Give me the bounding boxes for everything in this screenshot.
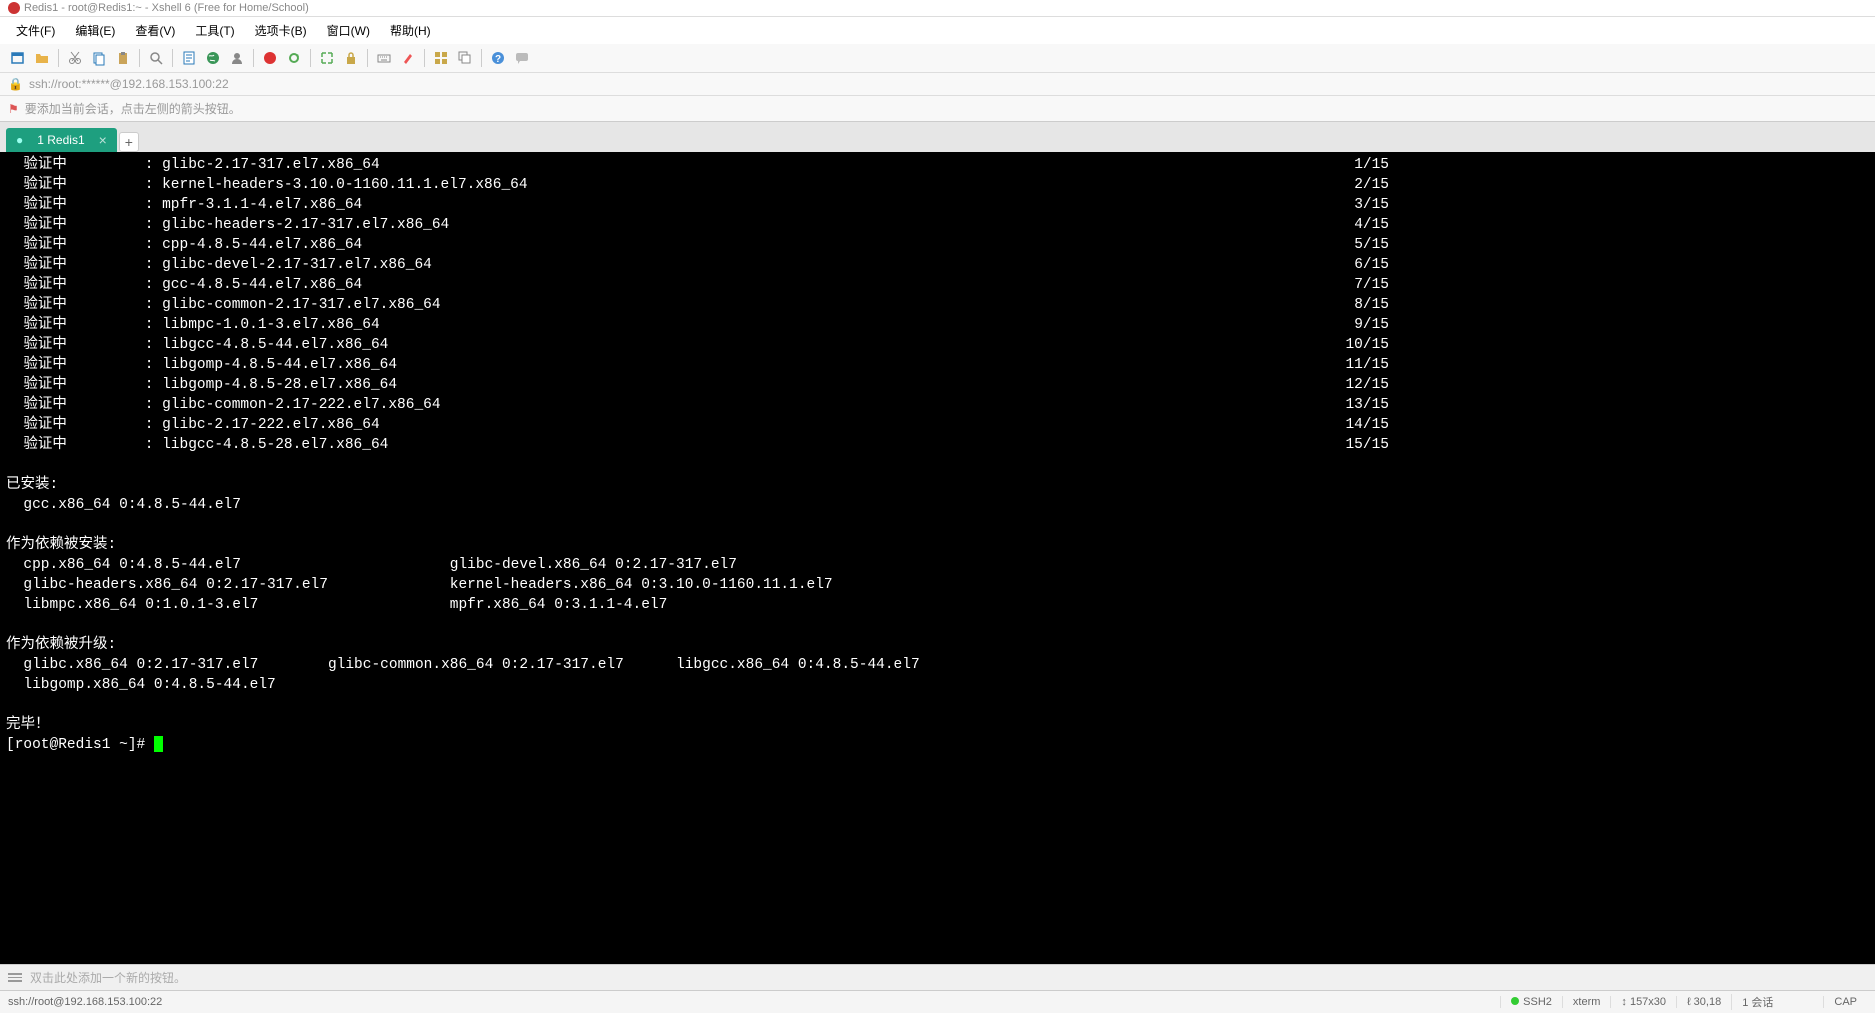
dep-installed-header: 作为依赖被安装: bbox=[6, 535, 1869, 555]
status-connection: ssh://root@192.168.153.100:22 bbox=[8, 996, 1500, 1008]
separator bbox=[367, 49, 368, 67]
menu-help[interactable]: 帮助(H) bbox=[382, 19, 439, 42]
properties-icon[interactable] bbox=[179, 48, 199, 68]
paste-icon[interactable] bbox=[113, 48, 133, 68]
terminal-line: 验证中 : glibc-2.17-222.el7.x86_6414/15 bbox=[6, 415, 1869, 435]
tab-redis1[interactable]: ● 1 Redis1 × bbox=[6, 128, 117, 152]
lock-icon: 🔒 bbox=[8, 77, 23, 91]
cascade-icon[interactable] bbox=[455, 48, 475, 68]
cursor bbox=[154, 736, 163, 752]
done-line: 完毕！ bbox=[6, 715, 1869, 735]
titlebar: Redis1 - root@Redis1:~ - Xshell 6 (Free … bbox=[0, 0, 1875, 17]
close-icon[interactable]: × bbox=[99, 133, 107, 147]
open-folder-icon[interactable] bbox=[32, 48, 52, 68]
terminal-line: libgomp.x86_64 0:4.8.5-44.el7 bbox=[6, 675, 1869, 695]
flag-icon: ⚑ bbox=[8, 102, 19, 116]
hamburger-icon[interactable] bbox=[8, 973, 22, 982]
separator bbox=[58, 49, 59, 67]
reconnect-icon[interactable] bbox=[284, 48, 304, 68]
terminal-line: 验证中 : glibc-common-2.17-317.el7.x86_648/… bbox=[6, 295, 1869, 315]
menu-tools[interactable]: 工具(T) bbox=[187, 19, 242, 42]
terminal-line: 验证中 : libgomp-4.8.5-44.el7.x86_6411/15 bbox=[6, 355, 1869, 375]
terminal-line: glibc-headers.x86_64 0:2.17-317.el7 kern… bbox=[6, 575, 1869, 595]
separator bbox=[139, 49, 140, 67]
menu-window[interactable]: 窗口(W) bbox=[319, 19, 378, 42]
terminal-line: 验证中 : libgcc-4.8.5-28.el7.x86_6415/15 bbox=[6, 435, 1869, 455]
status-led-icon bbox=[1511, 997, 1519, 1005]
toolbar: ? bbox=[0, 44, 1875, 73]
cut-icon[interactable] bbox=[65, 48, 85, 68]
status-bar: ssh://root@192.168.153.100:22 SSH2 xterm… bbox=[0, 990, 1875, 1013]
tile-icon[interactable] bbox=[431, 48, 451, 68]
window-title: Redis1 - root@Redis1:~ - Xshell 6 (Free … bbox=[24, 2, 309, 14]
status-sessions: 1 会话 bbox=[1731, 994, 1783, 1010]
status-ssh: SSH2 bbox=[1500, 996, 1562, 1008]
menu-view[interactable]: 查看(V) bbox=[127, 19, 183, 42]
fullscreen-icon[interactable] bbox=[317, 48, 337, 68]
status-size: ↕ 157x30 bbox=[1610, 996, 1676, 1008]
terminal[interactable]: 验证中 : glibc-2.17-317.el7.x86_641/15 验证中 … bbox=[0, 152, 1875, 964]
chat-icon[interactable] bbox=[512, 48, 532, 68]
globe-icon[interactable] bbox=[203, 48, 223, 68]
quick-command-bar: 双击此处添加一个新的按钮。 bbox=[0, 964, 1875, 990]
terminal-line: 验证中 : kernel-headers-3.10.0-1160.11.1.el… bbox=[6, 175, 1869, 195]
menu-edit[interactable]: 编辑(E) bbox=[67, 19, 123, 42]
prompt-line: [root@Redis1 ~]# bbox=[6, 735, 1869, 755]
terminal-line: gcc.x86_64 0:4.8.5-44.el7 bbox=[6, 495, 1869, 515]
help-icon[interactable]: ? bbox=[488, 48, 508, 68]
user-icon[interactable] bbox=[227, 48, 247, 68]
address-bar: 🔒 ssh://root:******@192.168.153.100:22 bbox=[0, 73, 1875, 96]
terminal-line: cpp.x86_64 0:4.8.5-44.el7 glibc-devel.x8… bbox=[6, 555, 1869, 575]
new-session-icon[interactable] bbox=[8, 48, 28, 68]
search-icon[interactable] bbox=[146, 48, 166, 68]
terminal-line: 验证中 : libgomp-4.8.5-28.el7.x86_6412/15 bbox=[6, 375, 1869, 395]
separator bbox=[481, 49, 482, 67]
keyboard-icon[interactable] bbox=[374, 48, 394, 68]
hint-bar: ⚑ 要添加当前会话，点击左侧的箭头按钮。 bbox=[0, 96, 1875, 122]
terminal-line: 验证中 : glibc-2.17-317.el7.x86_641/15 bbox=[6, 155, 1869, 175]
svg-text:?: ? bbox=[495, 54, 501, 65]
lock-icon[interactable] bbox=[341, 48, 361, 68]
separator bbox=[310, 49, 311, 67]
highlight-icon[interactable] bbox=[398, 48, 418, 68]
terminal-line: 验证中 : libgcc-4.8.5-44.el7.x86_6410/15 bbox=[6, 335, 1869, 355]
separator bbox=[172, 49, 173, 67]
tab-bar: ● 1 Redis1 × + bbox=[0, 122, 1875, 152]
separator bbox=[424, 49, 425, 67]
copy-icon[interactable] bbox=[89, 48, 109, 68]
terminal-line: 验证中 : glibc-devel-2.17-317.el7.x86_646/1… bbox=[6, 255, 1869, 275]
app-icon bbox=[8, 2, 20, 14]
separator bbox=[253, 49, 254, 67]
dep-upgraded-header: 作为依赖被升级: bbox=[6, 635, 1869, 655]
installed-header: 已安装: bbox=[6, 475, 1869, 495]
hint-text: 要添加当前会话，点击左侧的箭头按钮。 bbox=[25, 100, 241, 117]
terminal-line: 验证中 : cpp-4.8.5-44.el7.x86_645/15 bbox=[6, 235, 1869, 255]
terminal-line: 验证中 : mpfr-3.1.1-4.el7.x86_643/15 bbox=[6, 195, 1869, 215]
menubar: 文件(F) 编辑(E) 查看(V) 工具(T) 选项卡(B) 窗口(W) 帮助(… bbox=[0, 17, 1875, 44]
disconnect-icon[interactable] bbox=[260, 48, 280, 68]
status-term-type: xterm bbox=[1562, 996, 1611, 1008]
add-tab-button[interactable]: + bbox=[119, 132, 139, 152]
status-capslock: CAP bbox=[1823, 996, 1867, 1008]
terminal-line: glibc.x86_64 0:2.17-317.el7 glibc-common… bbox=[6, 655, 1869, 675]
terminal-line: libmpc.x86_64 0:1.0.1-3.el7 mpfr.x86_64 … bbox=[6, 595, 1869, 615]
menu-file[interactable]: 文件(F) bbox=[8, 19, 63, 42]
terminal-line: 验证中 : gcc-4.8.5-44.el7.x86_647/15 bbox=[6, 275, 1869, 295]
address-url[interactable]: ssh://root:******@192.168.153.100:22 bbox=[29, 77, 229, 91]
terminal-line: 验证中 : libmpc-1.0.1-3.el7.x86_649/15 bbox=[6, 315, 1869, 335]
status-cursor-pos: ℓ 30,18 bbox=[1676, 996, 1731, 1008]
terminal-line: 验证中 : glibc-common-2.17-222.el7.x86_6413… bbox=[6, 395, 1869, 415]
quickbar-hint[interactable]: 双击此处添加一个新的按钮。 bbox=[30, 969, 186, 986]
terminal-line: 验证中 : glibc-headers-2.17-317.el7.x86_644… bbox=[6, 215, 1869, 235]
tab-label: 1 Redis1 bbox=[37, 133, 84, 147]
menu-tabs[interactable]: 选项卡(B) bbox=[247, 19, 315, 42]
